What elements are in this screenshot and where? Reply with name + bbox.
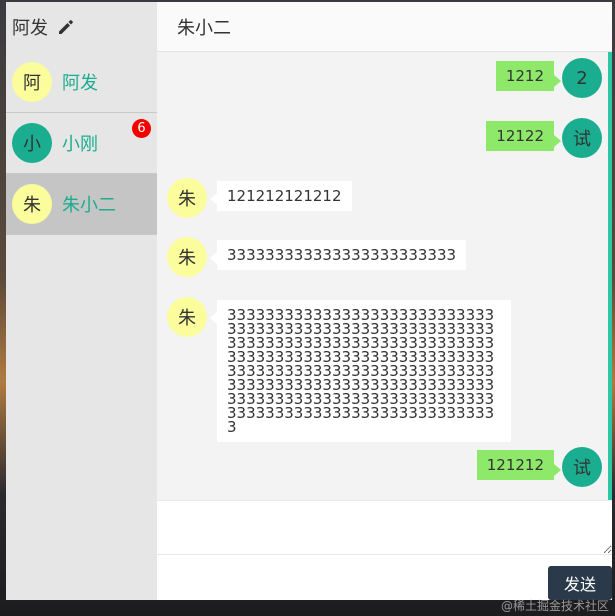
current-user-name: 阿发 (12, 18, 48, 39)
message-outgoing: 2 1212 (495, 58, 602, 98)
contact-item[interactable]: 阿 阿发 (6, 52, 157, 113)
chat-panel: 朱小二 2 1212 试 12122 朱 121212121212 朱 3333… (157, 2, 612, 600)
message-input[interactable] (157, 501, 612, 555)
send-button[interactable]: 发送 (548, 566, 612, 600)
message-bubble: 121212 (476, 450, 562, 480)
avatar: 阿 (12, 62, 52, 102)
avatar: 朱 (167, 178, 207, 218)
avatar: 2 (562, 58, 602, 98)
sidebar-header: 阿发 (6, 2, 157, 52)
edit-pencil-icon[interactable] (56, 17, 76, 37)
message-bubble: 333333333333333333333333 (209, 240, 467, 270)
contact-item[interactable]: 小 小刚 6 (6, 113, 157, 174)
avatar: 试 (562, 118, 602, 158)
message-incoming: 朱 121212121212 (167, 178, 352, 218)
unread-badge: 6 (132, 119, 151, 138)
avatar: 朱 (167, 297, 207, 337)
message-bubble: 121212121212 (210, 181, 352, 211)
message-bubble: 3333333333333333333333333333333333333333… (210, 300, 511, 442)
message-bubble: 1212 (495, 61, 562, 91)
avatar: 小 (12, 123, 52, 163)
chat-title: 朱小二 (157, 2, 612, 52)
message-outgoing: 试 121212 (476, 447, 602, 487)
contact-name: 朱小二 (62, 195, 116, 216)
sidebar: 阿发 阿 阿发 小 小刚 6 朱 朱小二 (6, 2, 157, 600)
contact-name: 小刚 (62, 134, 98, 155)
message-incoming: 朱 333333333333333333333333 (167, 237, 467, 277)
watermark: @稀土掘金技术社区 (500, 599, 609, 613)
contact-item-active[interactable]: 朱 朱小二 (6, 174, 157, 235)
message-incoming: 朱 33333333333333333333333333333333333333… (167, 297, 511, 442)
message-list[interactable]: 2 1212 试 12122 朱 121212121212 朱 33333333… (157, 52, 612, 500)
avatar: 试 (562, 447, 602, 487)
message-bubble: 12122 (486, 121, 561, 151)
avatar: 朱 (167, 237, 207, 277)
contact-name: 阿发 (62, 73, 98, 94)
chat-app-window: 阿发 阿 阿发 小 小刚 6 朱 朱小二 朱小二 2 1212 试 12122 … (6, 2, 612, 600)
message-outgoing: 试 12122 (486, 118, 602, 158)
composer: 发送 (157, 500, 612, 600)
avatar: 朱 (12, 184, 52, 224)
